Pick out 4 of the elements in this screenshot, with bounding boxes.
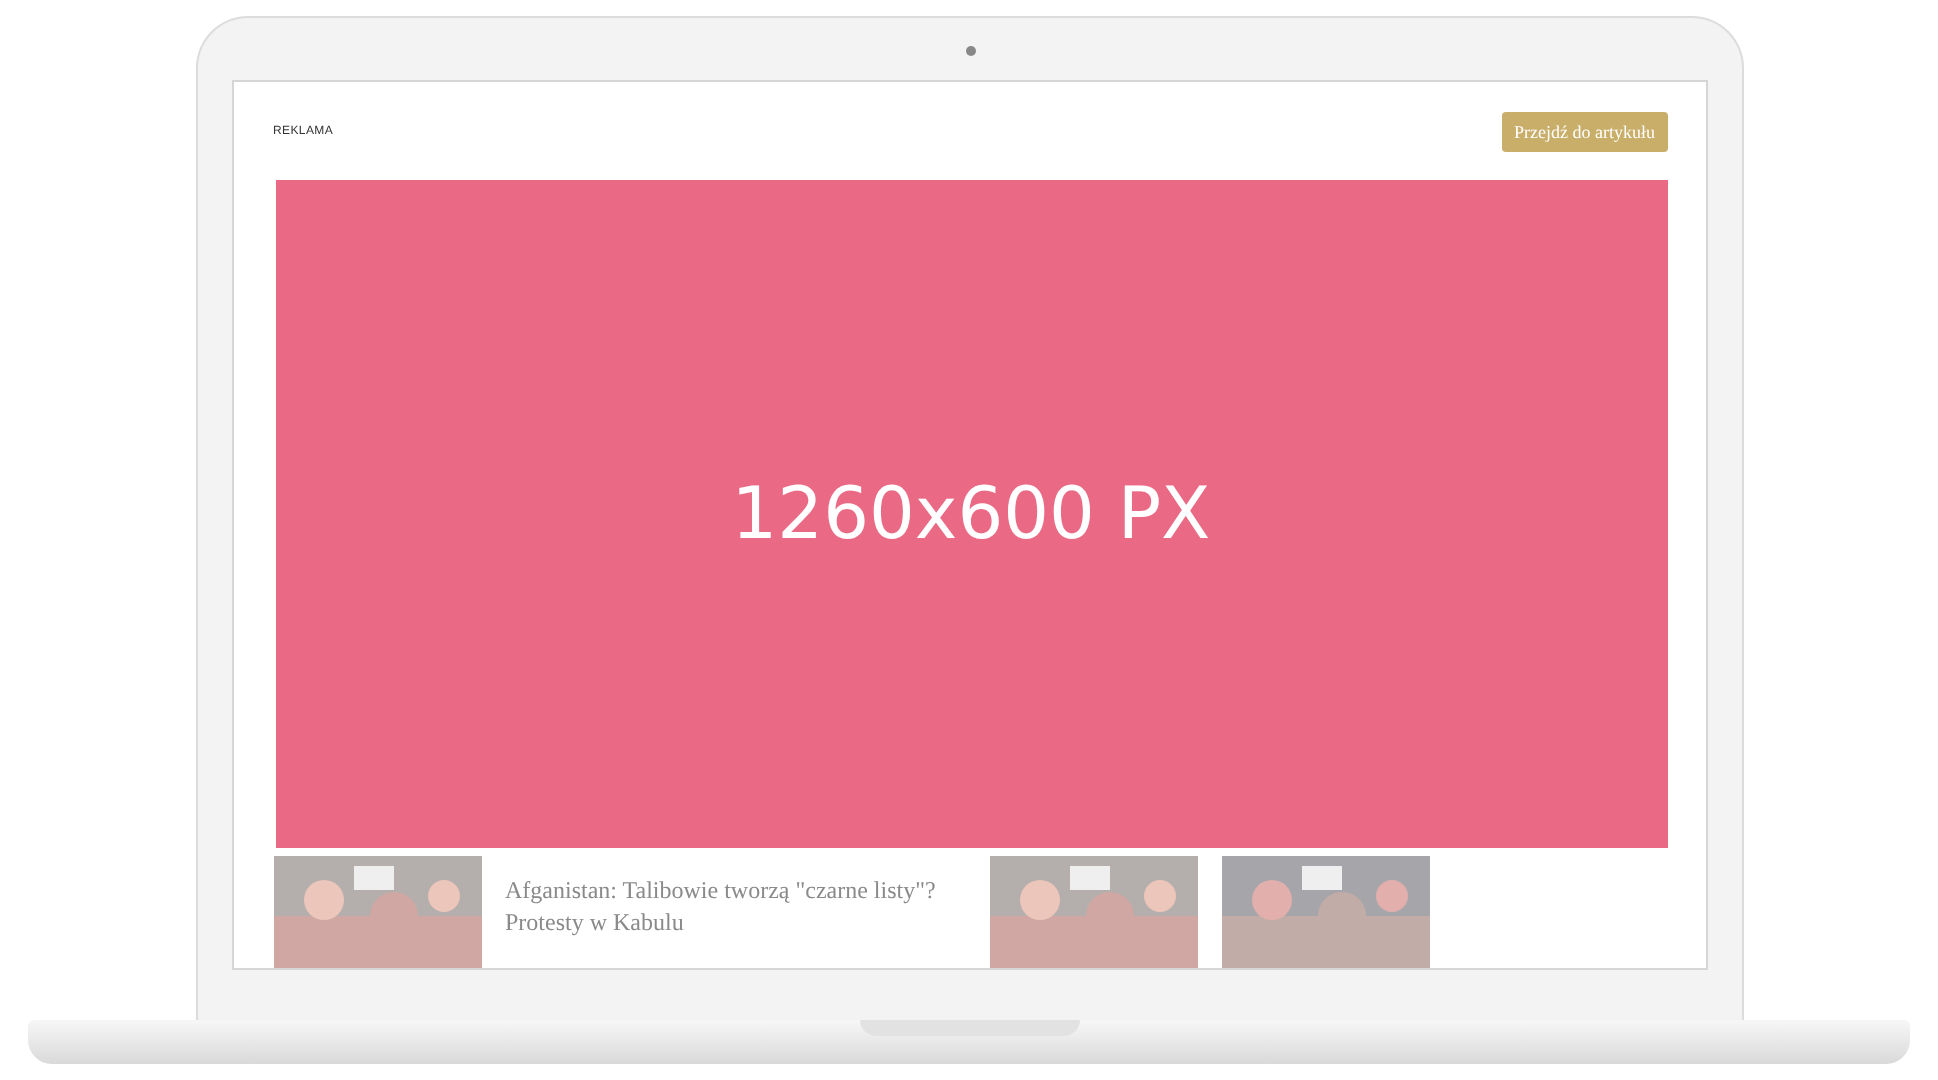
skip-ad-button[interactable]: Przejdź do artykułu bbox=[1502, 111, 1667, 151]
placeholder-size: 1260x600 PX bbox=[731, 473, 1211, 555]
camera-icon bbox=[965, 46, 975, 56]
article-headline[interactable]: Afganistan: Talibowie tworzą "czarne listy"? Protesty w Kabulu bbox=[505, 856, 965, 968]
